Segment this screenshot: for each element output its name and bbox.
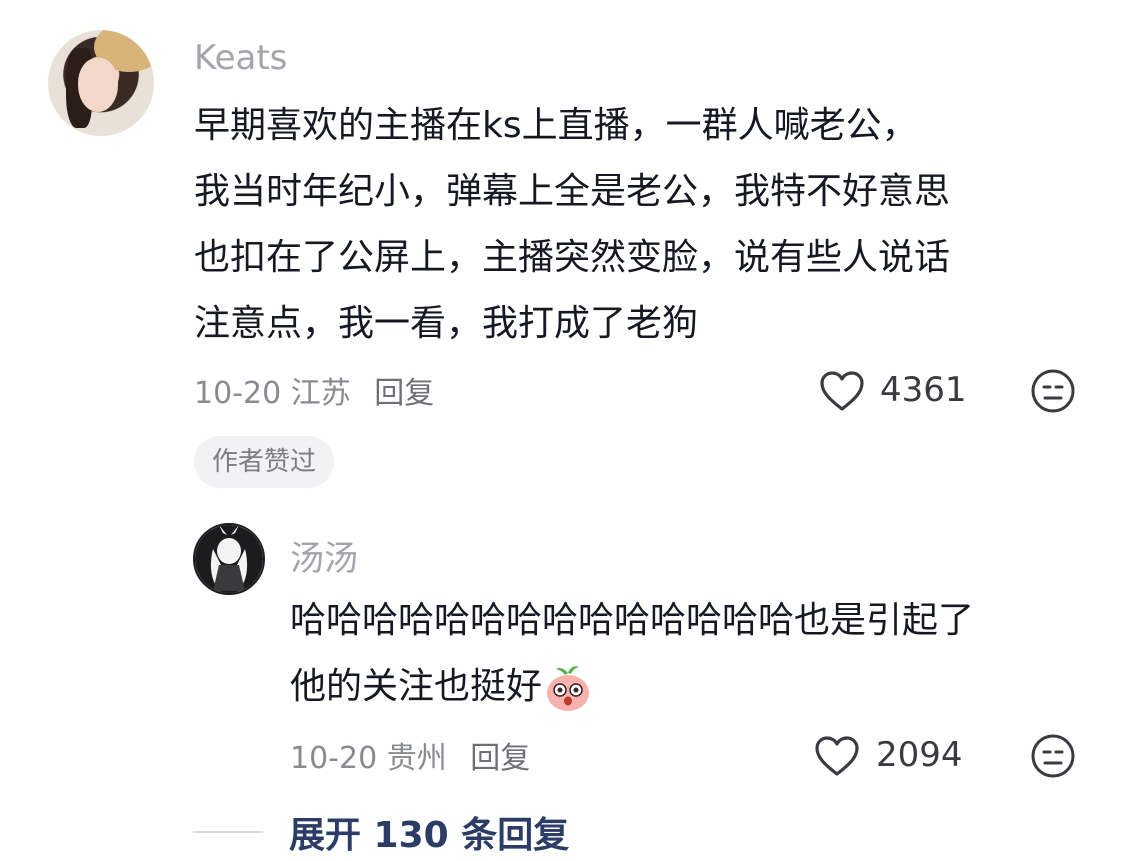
expand-replies-button[interactable]: 展开 130 条回复: [289, 806, 569, 858]
meh-face-icon[interactable]: [1028, 731, 1078, 781]
comment-body: 早期喜欢的主播在ks上直播，一群人喊老公， 我当时年纪小，弹幕上全是老公，我特不…: [194, 93, 1094, 357]
comment-line: 也扣在了公屏上，主播突然变脸，说有些人说话: [194, 237, 951, 278]
reply-line: 他的关注也挺好: [290, 666, 543, 707]
heart-outline-icon[interactable]: [817, 366, 867, 416]
comment-line: 早期喜欢的主播在ks上直播，一群人喊老公，: [194, 105, 918, 146]
comment-location: 江苏: [290, 376, 351, 411]
laughing-peach-emoji: [544, 663, 592, 713]
reply-username[interactable]: 汤汤: [290, 531, 358, 580]
reply-location: 贵州: [386, 741, 447, 776]
reply-button[interactable]: 回复: [374, 376, 434, 411]
meh-face-icon[interactable]: [1028, 366, 1078, 416]
reply-line-with-emoji: 他的关注也挺好: [290, 654, 1090, 720]
expand-divider: [193, 831, 263, 833]
author-liked-badge: 作者赞过: [194, 436, 335, 488]
comment-username[interactable]: Keats: [194, 38, 287, 78]
reply-avatar[interactable]: [193, 523, 265, 595]
reply-date: 10-20: [290, 741, 378, 776]
reply-body: 哈哈哈哈哈哈哈哈哈哈哈哈哈哈也是引起了 他的关注也挺好: [290, 588, 1090, 720]
like-count: 4361: [880, 370, 967, 410]
like-count: 2094: [876, 735, 963, 775]
comment-meta: 10-20 江苏 回复: [194, 368, 434, 412]
comment-date: 10-20: [194, 376, 282, 411]
reply-button[interactable]: 回复: [470, 741, 530, 776]
comment-line: 注意点，我一看，我打成了老狗: [194, 303, 699, 344]
heart-outline-icon[interactable]: [812, 731, 862, 781]
reply-meta: 10-20 贵州 回复: [290, 733, 530, 777]
avatar-face: [78, 58, 118, 112]
comment-thread: Keats 早期喜欢的主播在ks上直播，一群人喊老公， 我当时年纪小，弹幕上全是…: [0, 0, 1125, 861]
avatar[interactable]: [48, 30, 154, 136]
comment-line: 我当时年纪小，弹幕上全是老公，我特不好意思: [194, 171, 951, 212]
reply-line: 哈哈哈哈哈哈哈哈哈哈哈哈哈哈也是引起了: [290, 600, 975, 641]
